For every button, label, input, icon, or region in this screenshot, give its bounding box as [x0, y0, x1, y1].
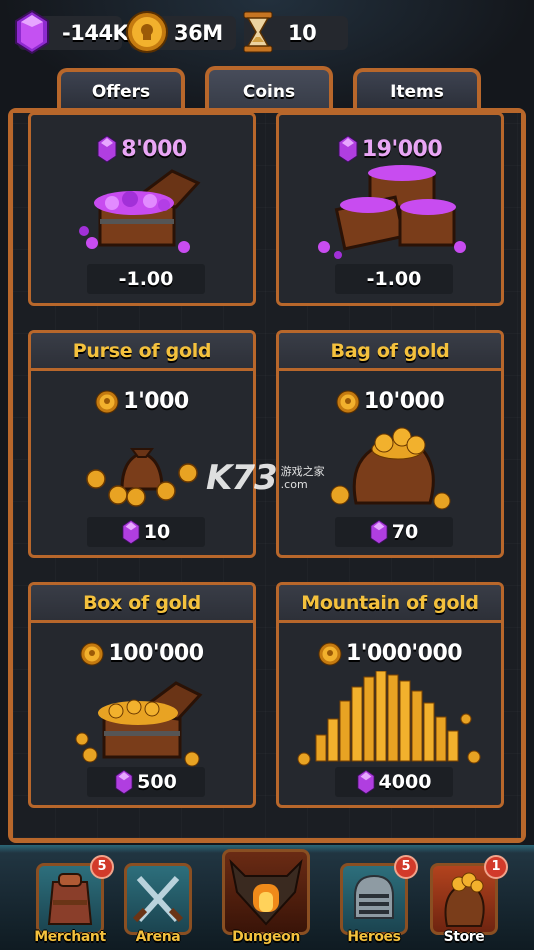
resource-bar: -144K 36M 10 [8, 9, 528, 55]
card-title: Mountain of gold [279, 585, 501, 623]
coin-icon [336, 390, 360, 414]
tab-label: Offers [91, 82, 151, 102]
tab-label: Coins [242, 82, 296, 102]
nav-merchant[interactable]: 5 Merchant [30, 855, 114, 947]
store-card-gems-8000[interactable]: 8'000 -1.00 [28, 112, 256, 306]
card-amount: 10'000 [279, 389, 501, 414]
gold-counter[interactable]: 36M [126, 11, 236, 53]
notification-badge: 5 [394, 855, 418, 879]
tab-offers[interactable]: Offers [57, 68, 185, 112]
watermark-subtext: 游戏之家 .com [281, 465, 325, 491]
card-title: Bag of gold [279, 333, 501, 371]
coin-icon [95, 390, 119, 414]
watermark-logo: K73 [206, 458, 278, 498]
tab-coins[interactable]: Coins [205, 66, 333, 114]
notification-badge: 1 [484, 855, 508, 879]
price-button[interactable]: -1.00 [335, 264, 453, 294]
mountain-of-gold-image [279, 671, 501, 771]
gem-icon [356, 769, 375, 795]
price-button[interactable]: 4000 [335, 767, 453, 797]
coin-icon [80, 642, 104, 666]
hourglass-counter[interactable]: 10 [243, 11, 348, 53]
price-button[interactable]: -1.00 [87, 264, 205, 294]
store-card-gems-19000[interactable]: 19'000 -1.00 [276, 112, 504, 306]
card-amount: 1'000'000 [279, 641, 501, 666]
hourglass-value: 10 [288, 21, 317, 45]
store-card-box-of-gold[interactable]: Box of gold 100'000 500 [28, 582, 256, 808]
amount-value: 10'000 [363, 389, 445, 414]
nav-label: Arena [135, 929, 181, 945]
nav-label: Heroes [347, 929, 401, 945]
amount-value: 19'000 [361, 136, 443, 162]
tab-label: Items [390, 82, 444, 102]
gem-icon [115, 769, 133, 795]
store-card-bag-of-gold[interactable]: Bag of gold 10'000 70 [276, 330, 504, 558]
coin-icon [124, 9, 170, 60]
gems-value: -144K [62, 21, 129, 45]
gem-icon [122, 519, 140, 545]
price-button[interactable]: 500 [87, 767, 205, 797]
nav-arena[interactable]: Arena [118, 863, 198, 947]
amount-value: 1'000 [123, 389, 189, 414]
gem-icon [370, 519, 388, 545]
nav-label: Merchant [34, 929, 106, 945]
crossed-swords-icon [124, 863, 192, 935]
coin-icon [318, 642, 342, 666]
tab-items[interactable]: Items [353, 68, 481, 112]
gem-chests-image [279, 163, 501, 259]
price-value: -1.00 [366, 268, 422, 290]
store-card-mountain-of-gold[interactable]: Mountain of gold 1'000'000 4000 [276, 582, 504, 808]
hourglass-icon [238, 9, 278, 60]
card-amount: 100'000 [31, 641, 253, 666]
price-value: 70 [391, 521, 419, 543]
card-amount: 19'000 [279, 135, 501, 163]
nav-label: Store [443, 929, 485, 945]
price-value: 500 [137, 771, 177, 793]
bottom-nav: 5 Merchant Arena Dungeon 5 Heroes 1 Stor… [0, 845, 534, 950]
price-button[interactable]: 10 [87, 517, 205, 547]
price-value: -1.00 [118, 268, 174, 290]
notification-badge: 5 [90, 855, 114, 879]
watermark-line1: 游戏之家 [280, 465, 325, 478]
store-card-purse-of-gold[interactable]: Purse of gold 1'000 10 [28, 330, 256, 558]
watermark: K73 游戏之家 .com [206, 458, 325, 498]
box-of-gold-image [31, 669, 253, 769]
nav-store[interactable]: 1 Store [424, 855, 508, 947]
price-value: 10 [143, 521, 171, 543]
nav-dungeon[interactable]: Dungeon [218, 849, 314, 947]
gems-counter[interactable]: -144K [15, 9, 129, 55]
nav-label: Dungeon [232, 929, 300, 945]
amount-value: 1'000'000 [345, 641, 463, 666]
gem-chest-image [31, 159, 253, 259]
price-button[interactable]: 70 [335, 517, 453, 547]
nav-heroes[interactable]: 5 Heroes [334, 855, 418, 947]
amount-value: 8'000 [121, 136, 187, 162]
gem-icon [12, 9, 52, 60]
watermark-line2: .com [280, 478, 308, 491]
price-value: 4000 [378, 771, 432, 793]
amount-value: 100'000 [108, 641, 204, 666]
dungeon-icon [222, 849, 310, 935]
gold-value: 36M [174, 21, 223, 45]
card-amount: 1'000 [31, 389, 253, 414]
card-title: Box of gold [31, 585, 253, 623]
gem-icon [338, 135, 358, 163]
card-title: Purse of gold [31, 333, 253, 371]
